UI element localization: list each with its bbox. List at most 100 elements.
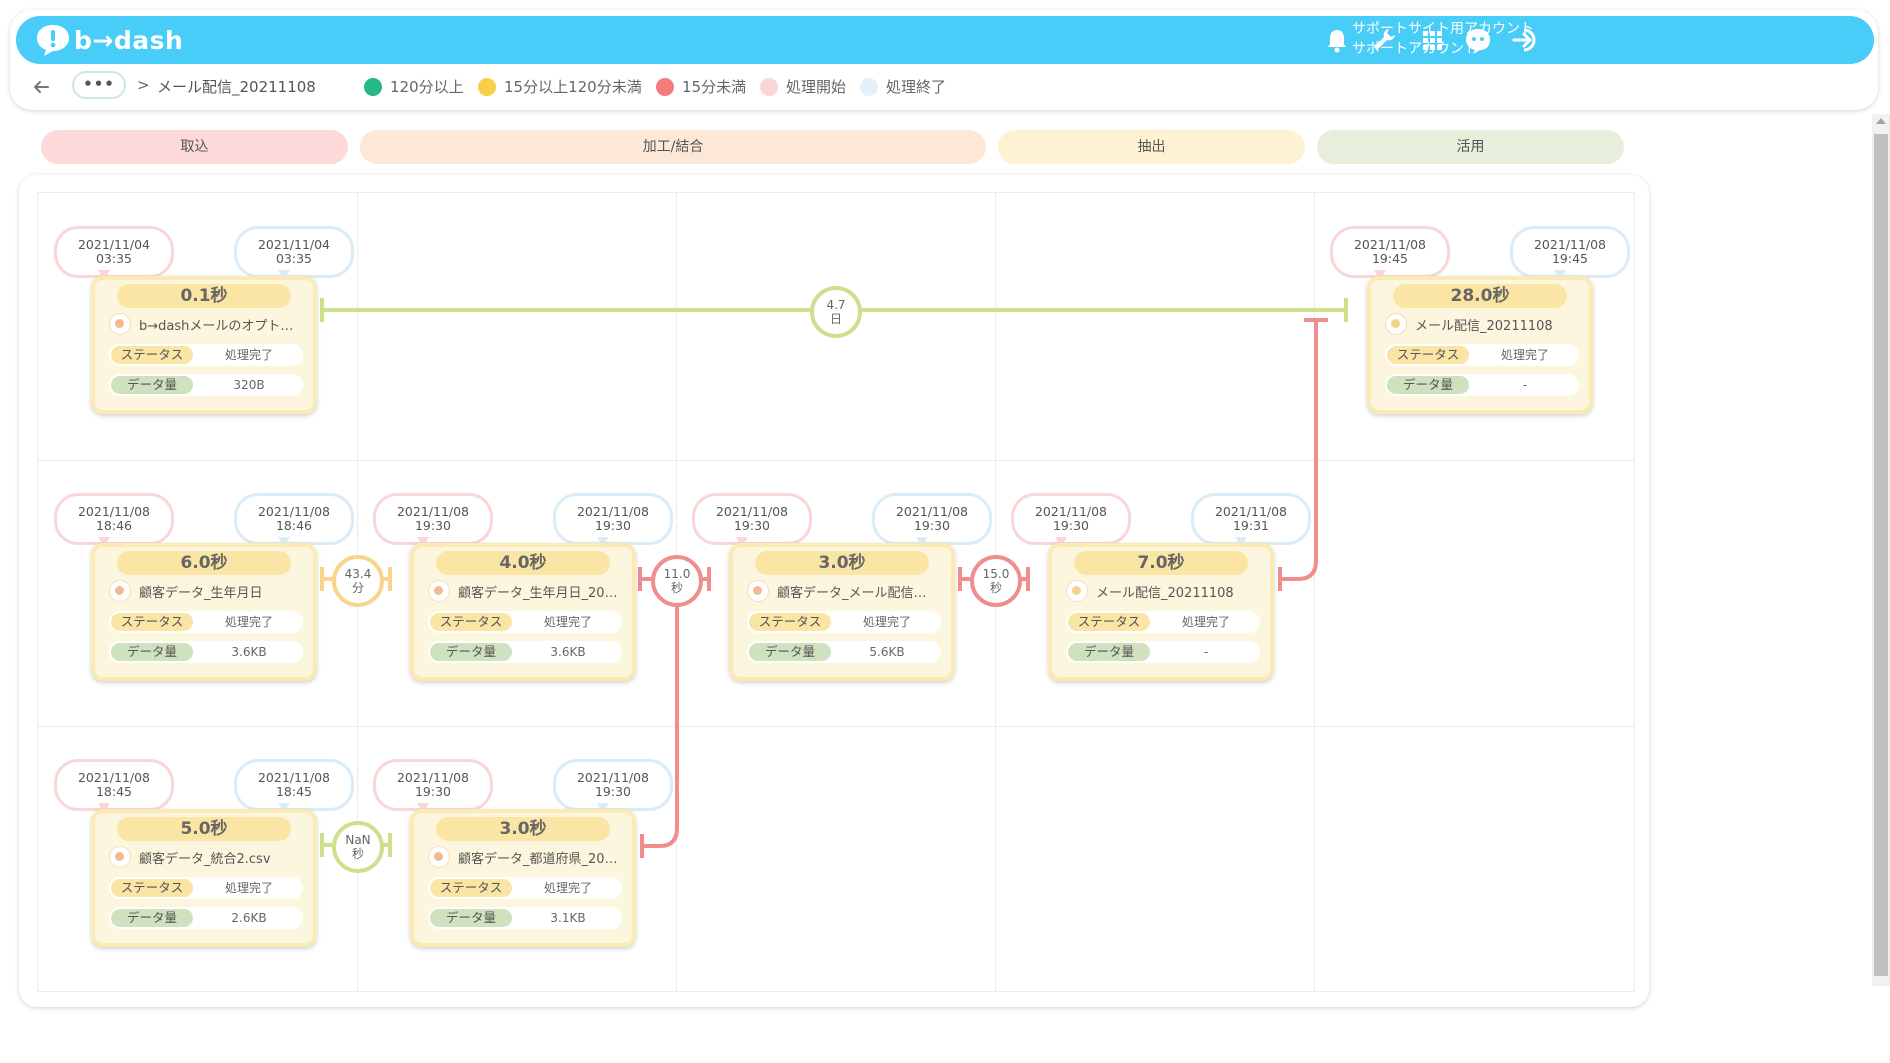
status-label: ステータス [111, 879, 193, 897]
job-card-body: 5.0秒 顧客データ_統合2.csv ステータス 処理完了 データ量 2.6KB [91, 809, 317, 947]
job-duration: 0.1秒 [117, 284, 291, 308]
process-icon [747, 580, 769, 602]
mail-icon [1066, 580, 1088, 602]
job-card[interactable]: 2021/11/08 18:46 2021/11/08 18:46 6.0秒 顧客デ… [46, 493, 354, 733]
job-card-body: 3.0秒 顧客データ_メール配信対象 ステータス 処理完了 データ量 5.6KB [729, 543, 955, 681]
job-name[interactable]: 顧客データ_統合2.csv [139, 848, 271, 867]
status-row: ステータス 処理完了 [428, 611, 622, 633]
process-icon [428, 580, 450, 602]
status-row: ステータス 処理完了 [747, 611, 941, 633]
start-time-pill: 2021/11/08 19:45 [1330, 226, 1450, 278]
import-icon [109, 580, 131, 602]
volume-label: データ量 [1068, 643, 1150, 661]
job-duration: 5.0秒 [117, 817, 291, 841]
end-time-pill: 2021/11/08 19:30 [872, 493, 992, 545]
start-time-pill: 2021/11/08 18:45 [54, 759, 174, 811]
job-card[interactable]: 2021/11/08 19:30 2021/11/08 19:30 3.0秒 顧客デ… [684, 493, 992, 733]
job-card[interactable]: 2021/11/08 18:45 2021/11/08 18:45 5.0秒 顧客デ… [46, 759, 354, 999]
status-row: ステータス 処理完了 [428, 877, 622, 899]
volume-label: データ量 [430, 909, 512, 927]
job-card-body: 6.0秒 顧客データ_生年月日 ステータス 処理完了 データ量 3.6KB [91, 543, 317, 681]
job-name[interactable]: 顧客データ_都道府県_2021 [458, 848, 620, 867]
interval-badge: 4.7 日 [810, 286, 862, 338]
volume-label: データ量 [111, 909, 193, 927]
volume-row: データ量 - [1385, 374, 1579, 396]
status-label: ステータス [1387, 346, 1469, 364]
status-value: 処理完了 [1181, 615, 1230, 629]
job-name[interactable]: 顧客データ_メール配信対象 [777, 582, 939, 601]
mail-icon [1385, 313, 1407, 335]
volume-value: - [1203, 645, 1209, 659]
volume-value: 3.1KB [550, 911, 586, 925]
status-label: ステータス [430, 613, 512, 631]
status-value: 処理完了 [1500, 348, 1549, 362]
volume-row: データ量 3.6KB [428, 641, 622, 663]
start-time-pill: 2021/11/04 03:35 [54, 226, 174, 278]
status-value: 処理完了 [224, 348, 273, 362]
job-name[interactable]: メール配信_20211108 [1415, 315, 1553, 334]
job-card[interactable]: 2021/11/04 03:35 2021/11/04 03:35 0.1秒 b→d… [46, 226, 354, 466]
end-time-pill: 2021/11/08 19:30 [553, 493, 673, 545]
job-card[interactable]: 2021/11/08 19:30 2021/11/08 19:30 3.0秒 顧客デ… [365, 759, 673, 999]
job-name[interactable]: メール配信_20211108 [1096, 582, 1234, 601]
start-time-pill: 2021/11/08 19:30 [373, 759, 493, 811]
status-label: ステータス [430, 879, 512, 897]
status-label: ステータス [111, 613, 193, 631]
status-value: 処理完了 [224, 615, 273, 629]
job-duration: 4.0秒 [436, 551, 610, 575]
status-row: ステータス 処理完了 [109, 344, 303, 366]
volume-label: データ量 [111, 376, 193, 394]
volume-label: データ量 [749, 643, 831, 661]
import-icon [109, 313, 131, 335]
status-value: 処理完了 [862, 615, 911, 629]
job-duration: 3.0秒 [436, 817, 610, 841]
end-time-pill: 2021/11/08 19:45 [1510, 226, 1630, 278]
job-card-body: 4.0秒 顧客データ_生年月日_2021 ステータス 処理完了 データ量 3.6KB [410, 543, 636, 681]
status-label: ステータス [1068, 613, 1150, 631]
process-icon [428, 846, 450, 868]
volume-row: データ量 320B [109, 374, 303, 396]
status-row: ステータス 処理完了 [109, 877, 303, 899]
job-name[interactable]: 顧客データ_生年月日 [139, 582, 263, 601]
start-time-pill: 2021/11/08 19:30 [1011, 493, 1131, 545]
job-card[interactable]: 2021/11/08 19:30 2021/11/08 19:31 7.0秒 メール… [1003, 493, 1311, 733]
job-name[interactable]: 顧客データ_生年月日_2021 [458, 582, 620, 601]
end-time-pill: 2021/11/08 19:31 [1191, 493, 1311, 545]
volume-label: データ量 [430, 643, 512, 661]
job-duration: 28.0秒 [1393, 284, 1567, 308]
job-duration: 6.0秒 [117, 551, 291, 575]
job-card-body: 7.0秒 メール配信_20211108 ステータス 処理完了 データ量 - [1048, 543, 1274, 681]
volume-label: データ量 [111, 643, 193, 661]
volume-row: データ量 3.1KB [428, 907, 622, 929]
job-card[interactable]: 2021/11/08 19:45 2021/11/08 19:45 28.0秒 メー… [1322, 226, 1630, 466]
status-value: 処理完了 [224, 881, 273, 895]
volume-label: データ量 [1387, 376, 1469, 394]
volume-row: データ量 2.6KB [109, 907, 303, 929]
start-time-pill: 2021/11/08 19:30 [373, 493, 493, 545]
volume-value: 3.6KB [231, 645, 267, 659]
volume-row: データ量 - [1066, 641, 1260, 663]
volume-row: データ量 3.6KB [109, 641, 303, 663]
volume-value: 3.6KB [550, 645, 586, 659]
start-time-pill: 2021/11/08 18:46 [54, 493, 174, 545]
job-card[interactable]: 2021/11/08 19:30 2021/11/08 19:30 4.0秒 顧客デ… [365, 493, 673, 733]
end-time-pill: 2021/11/08 18:45 [234, 759, 354, 811]
status-label: ステータス [111, 346, 193, 364]
scroll-up-arrow-icon[interactable] [1876, 118, 1886, 124]
start-time-pill: 2021/11/08 19:30 [692, 493, 812, 545]
job-duration: 7.0秒 [1074, 551, 1248, 575]
status-value: 処理完了 [543, 881, 592, 895]
scrollbar-thumb[interactable] [1874, 134, 1888, 976]
end-time-pill: 2021/11/04 03:35 [234, 226, 354, 278]
status-row: ステータス 処理完了 [1066, 611, 1260, 633]
end-time-pill: 2021/11/08 19:30 [553, 759, 673, 811]
status-value: 処理完了 [543, 615, 592, 629]
interval-unit: 日 [829, 312, 842, 326]
status-label: ステータス [749, 613, 831, 631]
job-name[interactable]: b→dashメールのオプトアウトデータ [139, 315, 301, 334]
job-duration: 3.0秒 [755, 551, 929, 575]
volume-value: 5.6KB [869, 645, 905, 659]
end-time-pill: 2021/11/08 18:46 [234, 493, 354, 545]
volume-value: 2.6KB [231, 911, 267, 925]
interval-value: 4.7 [826, 298, 846, 312]
